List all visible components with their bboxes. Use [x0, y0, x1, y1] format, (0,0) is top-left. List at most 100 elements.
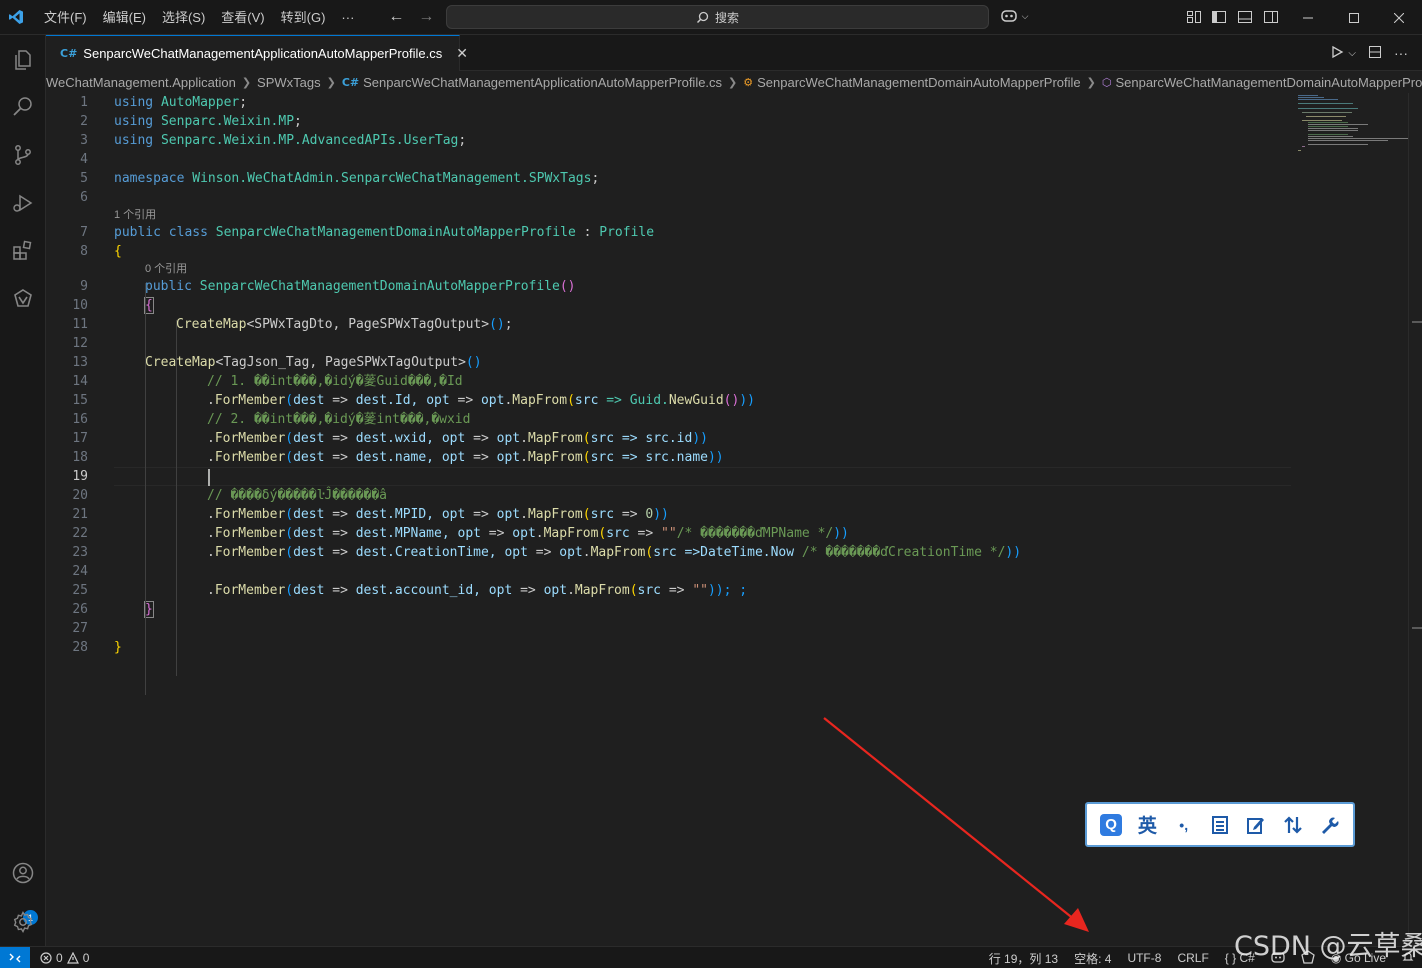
code-line: 4	[46, 150, 1296, 169]
cursor-position[interactable]: 行 19，列 13	[989, 950, 1058, 967]
minimize-button[interactable]	[1285, 0, 1331, 35]
run-debug-icon[interactable]	[8, 188, 38, 218]
line-number: 9	[80, 279, 88, 294]
copilot-icon	[1001, 10, 1017, 22]
breadcrumb-file[interactable]: C# SenparcWeChatManagementApplicationAuto…	[342, 75, 722, 90]
customize-layout-icon[interactable]	[1186, 9, 1202, 25]
line-number: 1	[80, 95, 88, 110]
split-editor-icon[interactable]	[1368, 45, 1382, 62]
ime-handwrite-icon[interactable]	[1243, 812, 1269, 838]
settings-gear-icon[interactable]	[8, 907, 38, 937]
toggle-primary-sidebar-icon[interactable]	[1211, 9, 1227, 25]
indent-guide	[145, 283, 146, 695]
minimap[interactable]	[1296, 93, 1408, 153]
code-line: 6	[46, 188, 1296, 207]
line-number: 13	[72, 355, 88, 370]
line-number: 6	[80, 190, 88, 205]
problems-indicator[interactable]: 0 0	[40, 951, 89, 965]
code-line: 7 public class SenparcWeChatManagementDom…	[46, 223, 1296, 242]
code-line: 12	[46, 334, 1296, 353]
csharp-file-icon: C#	[60, 47, 78, 60]
menu-more[interactable]: ···	[333, 0, 362, 35]
code-area[interactable]: 1 using AutoMapper; 2 using Senparc.Weixin…	[46, 93, 1296, 695]
code-line: 5 namespace Winson.WeChatAdmin.SenparcWeC…	[46, 169, 1296, 188]
breadcrumb-folder[interactable]: SPWxTags	[257, 75, 321, 90]
menu-goto[interactable]: 转到(G)	[273, 0, 334, 35]
command-center-search[interactable]: 搜索	[446, 5, 989, 29]
minimap-line	[1308, 138, 1408, 139]
ime-keyboard-icon[interactable]	[1207, 812, 1233, 838]
minimap-line	[1308, 124, 1368, 125]
more-actions-icon[interactable]: ···	[1394, 45, 1408, 61]
tab-close-icon[interactable]: ✕	[456, 45, 468, 62]
code-line: 15 .ForMember(dest => dest.Id, opt => opt…	[46, 391, 1296, 410]
scrollbar-marker	[1412, 627, 1422, 629]
menu-edit[interactable]: 编辑(E)	[95, 0, 154, 35]
ime-settings-wrench-icon[interactable]	[1316, 812, 1342, 838]
run-icon[interactable]	[1330, 45, 1344, 62]
encoding[interactable]: UTF-8	[1127, 951, 1161, 965]
code-line: 17 .ForMember(dest => dest.wxid, opt => o…	[46, 429, 1296, 448]
ime-toolbar: Q 英 •,	[1085, 802, 1355, 847]
breadcrumb-method[interactable]: ⬡ SenparcWeChatManagementDomainAutoMapper…	[1102, 75, 1422, 90]
breadcrumb-class[interactable]: ⚙ SenparcWeChatManagementDomainAutoMapper…	[743, 75, 1080, 90]
breadcrumb: WeChatManagement.Application ❯ SPWxTags …	[46, 71, 1422, 93]
class-symbol-icon: ⚙	[743, 76, 754, 89]
extensions-icon[interactable]	[8, 236, 38, 266]
back-arrow-icon[interactable]: ←	[388, 8, 404, 26]
minimap-line	[1302, 120, 1342, 121]
chevron-down-icon[interactable]: ⌵	[1348, 48, 1356, 59]
vertical-scrollbar[interactable]	[1408, 93, 1422, 946]
minimap-line	[1308, 122, 1348, 123]
method-symbol-icon: ⬡	[1101, 76, 1112, 89]
close-window-button[interactable]	[1376, 0, 1422, 35]
minimap-line	[1306, 116, 1346, 117]
code-line: 11 CreateMap<SPWxTagDto, PageSPWxTagOutpu…	[46, 315, 1296, 334]
line-number: 8	[80, 244, 88, 259]
source-control-icon[interactable]	[8, 140, 38, 170]
code-line: 9 public SenparcWeChatManagementDomainAut…	[46, 277, 1296, 296]
forward-arrow-icon[interactable]: →	[418, 8, 434, 26]
remote-indicator-button[interactable]	[0, 946, 30, 968]
codelens-references[interactable]: 1 个引用	[46, 207, 1296, 223]
code-line: 25 .ForMember(dest => dest.account_id, op…	[46, 581, 1296, 600]
error-count: 0	[56, 950, 63, 965]
minimap-line	[1298, 99, 1338, 100]
breadcrumb-project[interactable]: WeChatManagement.Application	[46, 75, 236, 90]
minimap-line	[1298, 150, 1301, 151]
code-line: 14// 1. ��int���,�idý�蓌Guid���,�Id	[46, 372, 1296, 391]
ime-logo-icon[interactable]: Q	[1098, 812, 1124, 838]
title-bar: 文件(F) 编辑(E) 选择(S) 查看(V) 转到(G) ··· ← → 搜索…	[0, 0, 1422, 35]
minimap-line	[1308, 140, 1388, 141]
line-number: 12	[72, 336, 88, 351]
code-line: 1 using AutoMapper;	[46, 93, 1296, 112]
code-line-current: 19	[46, 467, 1296, 486]
explorer-icon[interactable]	[8, 45, 38, 75]
tab-active-file[interactable]: C# SenparcWeChatManagementApplicationAut…	[46, 35, 468, 71]
end-of-line[interactable]: CRLF	[1177, 951, 1208, 965]
ime-language-toggle[interactable]: 英	[1134, 812, 1160, 838]
menu-view[interactable]: 查看(V)	[213, 0, 272, 35]
minimap-line	[1308, 136, 1353, 137]
code-line: 26}	[46, 600, 1296, 619]
copilot-menu-button[interactable]: ⌵	[1000, 8, 1028, 25]
toggle-secondary-sidebar-icon[interactable]	[1263, 9, 1279, 25]
accounts-icon[interactable]	[8, 858, 38, 888]
code-line: 18 .ForMember(dest => dest.name, opt => o…	[46, 448, 1296, 467]
chevron-right-icon: ❯	[326, 76, 336, 89]
code-line: 8{	[46, 242, 1296, 261]
extension-panel-icon[interactable]	[8, 284, 38, 314]
search-icon[interactable]	[8, 92, 38, 122]
line-number: 16	[72, 412, 88, 427]
codelens-references[interactable]: 0 个引用	[46, 261, 1296, 277]
line-number: 23	[72, 545, 88, 560]
indentation[interactable]: 空格: 4	[1074, 950, 1111, 967]
code-line: 10{	[46, 296, 1296, 315]
maximize-button[interactable]	[1331, 0, 1377, 35]
toggle-panel-icon[interactable]	[1237, 9, 1253, 25]
ime-sort-icon[interactable]	[1280, 812, 1306, 838]
line-number: 28	[72, 640, 88, 655]
menu-file[interactable]: 文件(F)	[36, 0, 95, 35]
ime-punctuation-toggle[interactable]: •,	[1171, 812, 1197, 838]
menu-selection[interactable]: 选择(S)	[154, 0, 213, 35]
